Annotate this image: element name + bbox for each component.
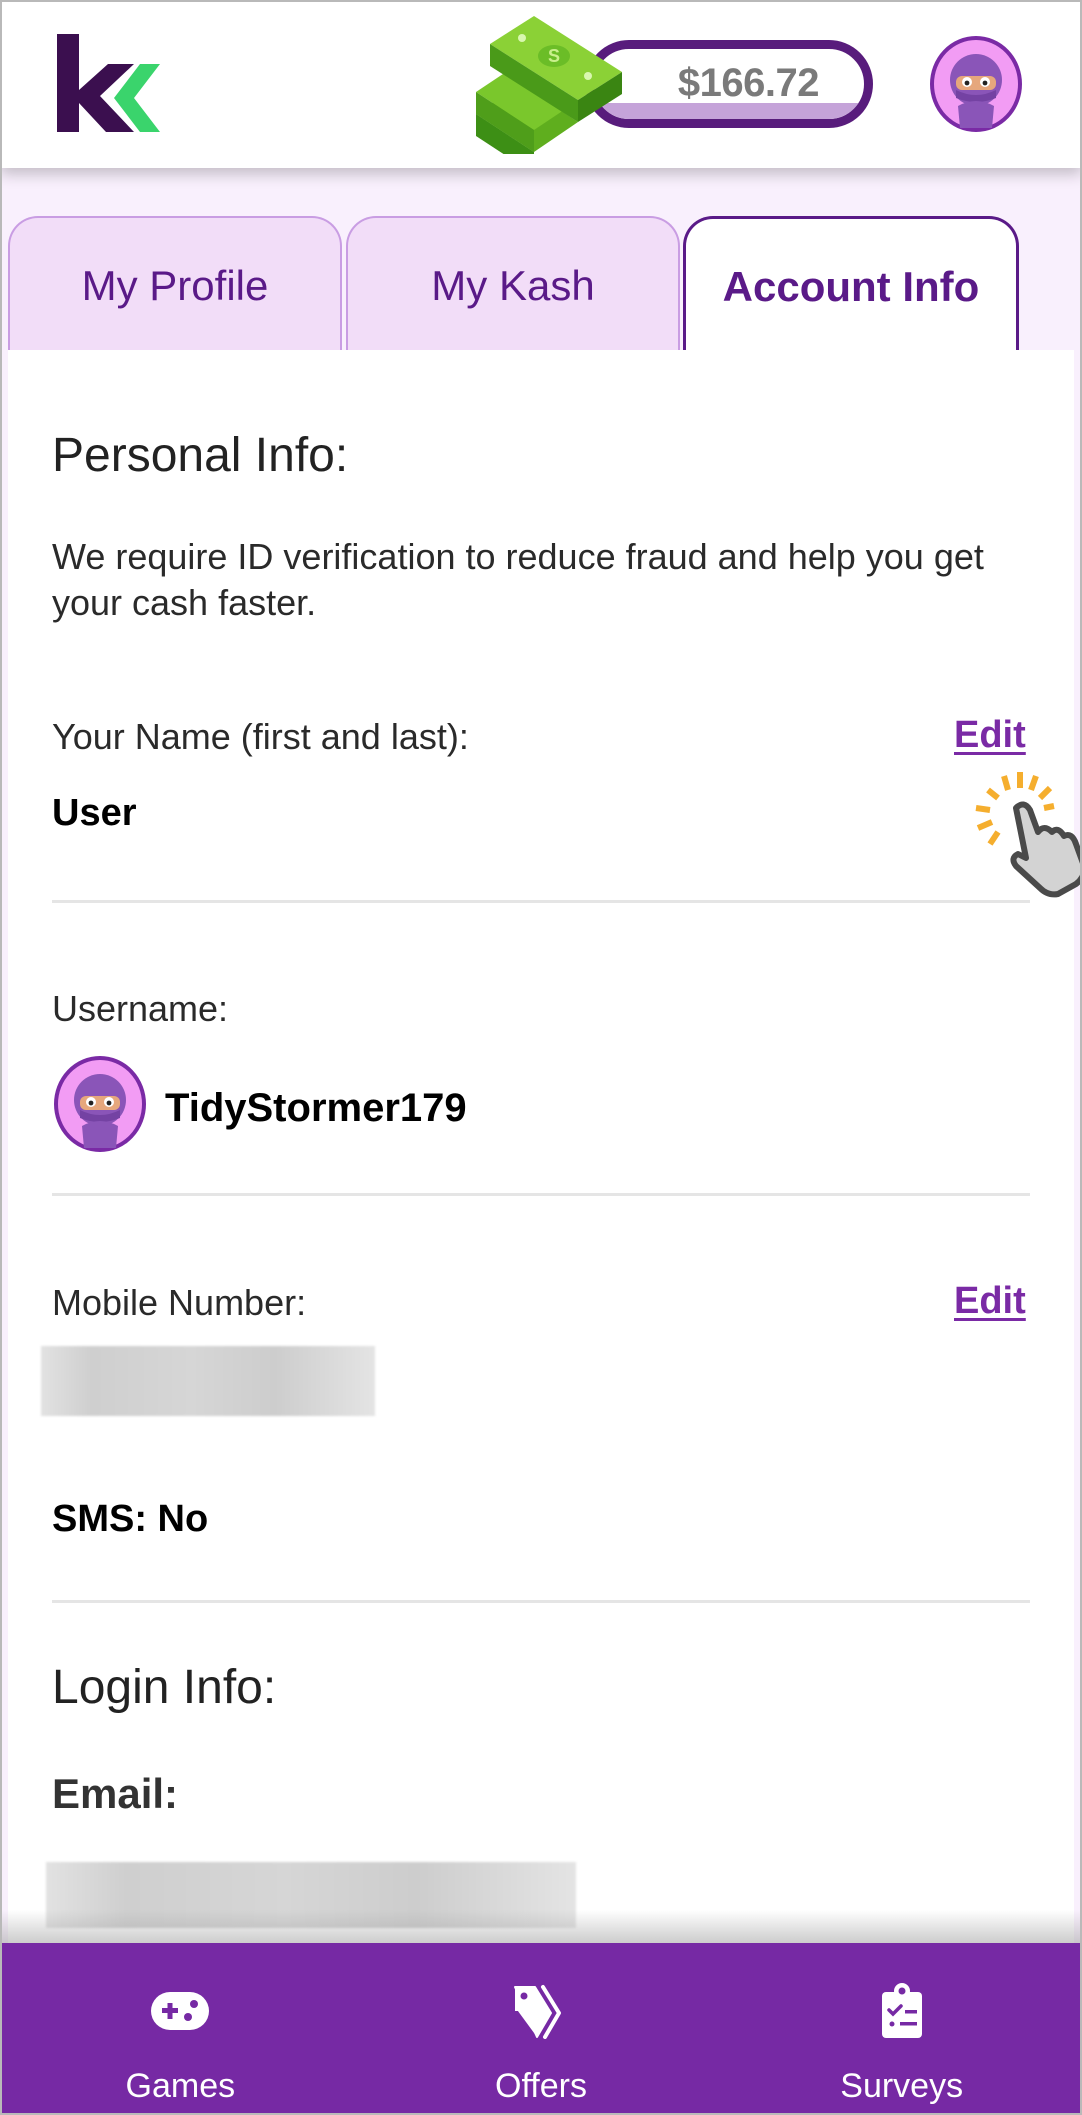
- nav-offers[interactable]: Offers: [361, 1943, 722, 2115]
- divider: [52, 1193, 1030, 1196]
- nav-games-label: Games: [125, 2067, 236, 2105]
- kashkick-logo[interactable]: [54, 32, 164, 136]
- nav-surveys[interactable]: Surveys: [721, 1943, 1082, 2115]
- name-value: User: [52, 792, 137, 834]
- username-label: Username:: [52, 988, 229, 1029]
- mobile-number-redacted: [41, 1346, 375, 1416]
- profile-tabs: My Profile My Kash Account Info: [0, 216, 1082, 356]
- balance-amount: $166.72: [677, 61, 820, 105]
- username-avatar: [54, 1056, 146, 1152]
- scroll-shadow: [0, 1910, 1082, 1944]
- app-header: $166.72 S: [0, 0, 1082, 168]
- login-info-heading: Login Info:: [52, 1661, 277, 1714]
- tab-my-profile[interactable]: My Profile: [8, 216, 342, 356]
- username-value: TidyStormer179: [165, 1086, 467, 1130]
- account-info-panel: Personal Info: We require ID verificatio…: [8, 350, 1082, 1950]
- personal-info-heading: Personal Info:: [52, 429, 349, 482]
- gamepad-icon: [148, 1981, 212, 2041]
- nav-games[interactable]: Games: [0, 1943, 361, 2115]
- nav-surveys-label: Surveys: [840, 2067, 964, 2105]
- svg-text:S: S: [548, 46, 560, 66]
- edit-mobile-link[interactable]: Edit: [954, 1280, 1026, 1323]
- divider: [52, 1600, 1030, 1603]
- name-label: Your Name (first and last):: [52, 716, 469, 757]
- sms-status: SMS: No: [52, 1498, 209, 1540]
- nav-offers-label: Offers: [495, 2067, 587, 2105]
- tags-icon: [509, 1981, 573, 2041]
- clipboard-check-icon: [870, 1981, 934, 2041]
- tab-account-info[interactable]: Account Info: [683, 216, 1019, 356]
- divider: [52, 900, 1030, 903]
- profile-avatar[interactable]: [928, 36, 1024, 132]
- tab-my-kash[interactable]: My Kash: [346, 216, 680, 356]
- email-label: Email:: [52, 1770, 179, 1817]
- bottom-navigation: Games Offers Surveys: [0, 1943, 1082, 2115]
- id-verification-description: We require ID verification to reduce fra…: [52, 536, 984, 623]
- cash-stack-icon: S: [476, 16, 622, 154]
- tap-hand-pointer-icon: [975, 772, 1082, 898]
- edit-name-link[interactable]: Edit: [954, 714, 1026, 757]
- mobile-number-label: Mobile Number:: [52, 1282, 307, 1323]
